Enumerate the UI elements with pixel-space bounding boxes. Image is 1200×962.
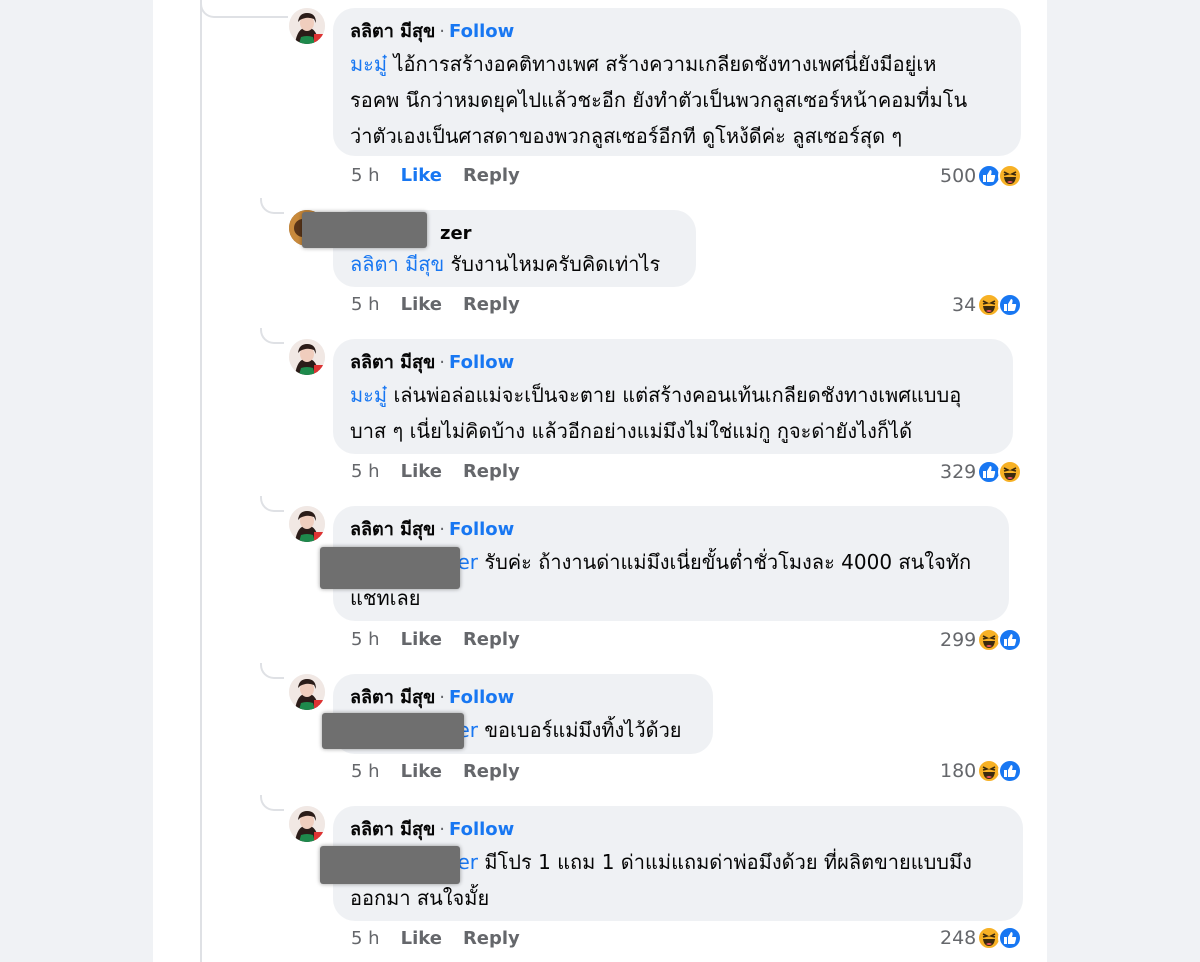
avatar-image <box>289 339 325 375</box>
redaction-block <box>302 212 427 248</box>
reaction-summary[interactable]: 34 <box>952 292 1023 318</box>
reaction-summary[interactable]: 500 <box>940 163 1023 189</box>
like-button[interactable]: Like <box>401 628 442 652</box>
reply-button[interactable]: Reply <box>463 927 520 951</box>
redaction-block <box>320 846 460 884</box>
like-button[interactable]: Like <box>401 760 442 784</box>
like-icon <box>998 293 1023 317</box>
mention-link[interactable]: มะมู๋ <box>350 52 387 76</box>
comment-author-line: ลลิตา มีสุข · Follow <box>350 349 997 377</box>
avatar[interactable] <box>289 339 325 375</box>
avatar[interactable] <box>289 674 325 710</box>
like-button[interactable]: Like <box>401 927 442 951</box>
avatar-image <box>289 806 325 842</box>
reaction-count: 180 <box>940 760 977 782</box>
comment-line: บาส ๆ เนี่ยไม่คิดบ้าง แล้วอีกอย่างแม่มึง… <box>350 419 913 443</box>
comment-bubble: ลลิตา มีสุข · Follow มะมู๋ ไอ้การสร้างอคติ… <box>333 8 1021 156</box>
thread-line <box>200 0 202 962</box>
comment-line: แชทเลย <box>350 586 421 610</box>
author-name[interactable]: zer <box>440 223 472 244</box>
comment-actions: 5 h Like Reply <box>351 628 541 652</box>
reply-button[interactable]: Reply <box>463 293 520 317</box>
avatar[interactable] <box>289 806 325 842</box>
reply-button[interactable]: Reply <box>463 460 520 484</box>
separator-dot: · <box>439 21 446 42</box>
avatar-image <box>289 674 325 710</box>
haha-icon <box>998 460 1023 484</box>
avatar[interactable] <box>289 506 325 542</box>
follow-button[interactable]: Follow <box>449 21 514 42</box>
separator-dot: · <box>439 352 446 373</box>
comment-author-line: ลลิตา มีสุข · Follow <box>350 18 1005 46</box>
comment-bubble: ลลิตา มีสุข · Follow มะมู๋ เล่นพ่อล่อแม่จะ… <box>333 339 1013 454</box>
like-button[interactable]: Like <box>401 460 442 484</box>
comment-line: มีโปร 1 แถม 1 ด่าแม่แถมด่าพ่อมึงด้วย ที่… <box>484 850 972 874</box>
reaction-summary[interactable]: 180 <box>940 758 1023 784</box>
timestamp[interactable]: 5 h <box>351 293 380 317</box>
comment-actions: 5 h Like Reply <box>351 460 541 484</box>
author-name[interactable]: ลลิตา มีสุข <box>350 687 435 708</box>
comment-actions: 5 h Like Reply <box>351 164 541 188</box>
mention-link[interactable]: มะมู๋ <box>350 383 387 407</box>
author-name[interactable]: ลลิตา มีสุข <box>350 352 435 373</box>
reaction-summary[interactable]: 329 <box>940 459 1023 485</box>
follow-button[interactable]: Follow <box>449 352 514 373</box>
reaction-count: 34 <box>952 294 977 316</box>
timestamp[interactable]: 5 h <box>351 628 380 652</box>
author-name[interactable]: ลลิตา มีสุข <box>350 819 435 840</box>
separator-dot: · <box>439 519 446 540</box>
like-button[interactable]: Like <box>401 164 442 188</box>
reply-button[interactable]: Reply <box>463 628 520 652</box>
comment-actions: 5 h Like Reply <box>351 927 541 951</box>
thread-branch <box>200 0 288 18</box>
comment-text: ลลิตา มีสุข รับงานไหมครับคิดเท่าไร <box>350 248 680 280</box>
reply-button[interactable]: Reply <box>463 760 520 784</box>
redaction-block <box>322 713 464 749</box>
comment-actions: 5 h Like Reply <box>351 760 541 784</box>
haha-icon <box>998 164 1023 188</box>
comment-line: ออกมา สนใจมั้ย <box>350 886 490 910</box>
follow-button[interactable]: Follow <box>449 687 514 708</box>
comment-text: มะมู๋ ไอ้การสร้างอคติทางเพศ สร้างความเกล… <box>350 46 1005 154</box>
reaction-summary[interactable]: 248 <box>940 925 1023 951</box>
author-name[interactable]: ลลิตา มีสุข <box>350 519 435 540</box>
comment-line: ไอ้การสร้างอคติทางเพศ สร้างความเกลียดชัง… <box>393 52 937 76</box>
like-button[interactable]: Like <box>401 293 442 317</box>
reaction-count: 329 <box>940 461 977 483</box>
comment-line: รับงานไหมครับคิดเท่าไร <box>450 252 661 276</box>
reaction-count: 248 <box>940 927 977 949</box>
author-name[interactable]: ลลิตา มีสุข <box>350 21 435 42</box>
avatar-image <box>289 8 325 44</box>
follow-button[interactable]: Follow <box>449 819 514 840</box>
comment-author-line: ลลิตา มีสุข · Follow <box>350 516 993 544</box>
timestamp[interactable]: 5 h <box>351 927 380 951</box>
reaction-count: 500 <box>940 165 977 187</box>
reaction-summary[interactable]: 299 <box>940 627 1023 653</box>
comment-line: ว่าตัวเองเป็นศาสดาของพวกลูสเซอร์อีกที ดู… <box>350 124 903 148</box>
comment-line: รอคพ นึกว่าหมดยุคไปแล้วชะอีก ยังทำตัวเป็… <box>350 88 968 112</box>
redaction-block <box>320 547 460 589</box>
follow-button[interactable]: Follow <box>449 519 514 540</box>
avatar-image <box>289 506 325 542</box>
timestamp[interactable]: 5 h <box>351 164 380 188</box>
timestamp[interactable]: 5 h <box>351 460 380 484</box>
like-icon <box>998 759 1023 783</box>
separator-dot: · <box>439 687 446 708</box>
comment-line: เล่นพ่อล่อแม่จะเป็นจะตาย แต่สร้างคอนเท้น… <box>393 383 962 407</box>
like-icon <box>998 926 1023 950</box>
comment-line: ขอเบอร์แม่มึงทิ้งไว้ด้วย <box>484 718 682 742</box>
comment-actions: 5 h Like Reply <box>351 293 541 317</box>
reaction-count: 299 <box>940 629 977 651</box>
comment-line: รับค่ะ ถ้างานด่าแม่มึงเนี่ยขั้นต่ำชั่วโม… <box>484 550 972 574</box>
timestamp[interactable]: 5 h <box>351 760 380 784</box>
mention-link[interactable]: ลลิตา มีสุข <box>350 252 444 276</box>
comment-text: มะมู๋ เล่นพ่อล่อแม่จะเป็นจะตาย แต่สร้างค… <box>350 377 997 449</box>
like-icon <box>998 628 1023 652</box>
avatar[interactable] <box>289 8 325 44</box>
reply-button[interactable]: Reply <box>463 164 520 188</box>
comment-author-line: ลลิตา มีสุข · Follow <box>350 684 697 712</box>
separator-dot: · <box>439 819 446 840</box>
comment-author-line: ลลิตา มีสุข · Follow <box>350 816 1007 844</box>
